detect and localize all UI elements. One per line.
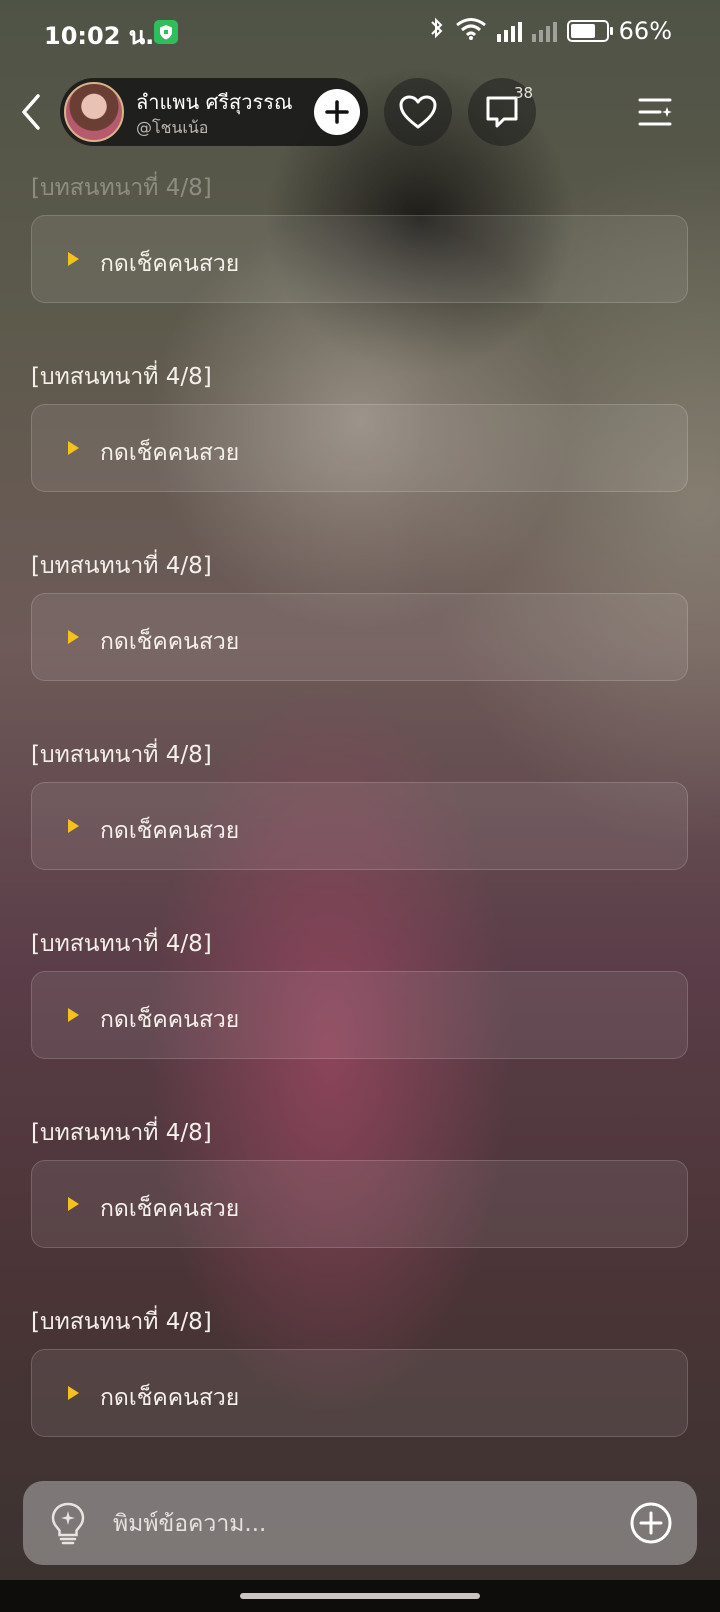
dialogue-label: [บทสนทนาที่ 4/8]: [31, 364, 212, 390]
signal-sim2-icon: [531, 20, 557, 42]
chat-header: ลำแพน ศรีสุวรรณ @โชนเน้อ 38: [0, 76, 720, 146]
action-text: กดเช็คคนสวย: [100, 251, 240, 277]
action-text: กดเช็คคนสวย: [100, 1007, 240, 1033]
message-input[interactable]: [111, 1501, 595, 1547]
chevron-left-icon: [22, 94, 40, 130]
message-composer: [23, 1481, 697, 1565]
status-icons: 66%: [429, 16, 672, 46]
follow-button[interactable]: [314, 89, 360, 135]
action-card[interactable]: กดเช็คคนสวย: [31, 404, 688, 492]
dialogue-label: [บทสนทนาที่ 4/8]: [31, 931, 212, 957]
play-icon: [68, 630, 79, 644]
dialogue-label: [บทสนทนาที่ 4/8]: [31, 175, 212, 201]
action-text: กดเช็คคนสวย: [100, 629, 240, 655]
avatar[interactable]: [64, 82, 124, 142]
play-icon: [68, 1008, 79, 1022]
action-text: กดเช็คคนสวย: [100, 818, 240, 844]
play-icon: [68, 1386, 79, 1400]
action-card[interactable]: กดเช็คคนสวย: [31, 971, 688, 1059]
play-icon: [68, 819, 79, 833]
plus-icon: [325, 100, 349, 124]
status-bar: 10:02 น. 66%: [0, 0, 720, 66]
action-card[interactable]: กดเช็คคนสวย: [31, 1160, 688, 1248]
plus-circle-icon: [630, 1502, 672, 1544]
comment-count: 38: [514, 84, 534, 102]
dialogue-label: [บทสนทนาที่ 4/8]: [31, 1120, 212, 1146]
action-card[interactable]: กดเช็คคนสวย: [31, 1349, 688, 1437]
add-attachment-button[interactable]: [629, 1501, 673, 1545]
home-indicator[interactable]: [240, 1593, 480, 1599]
status-time: 10:02 น.: [44, 22, 155, 50]
play-icon: [68, 441, 79, 455]
shield-icon: [154, 20, 178, 44]
action-card[interactable]: กดเช็คคนสวย: [31, 782, 688, 870]
play-icon: [68, 252, 79, 266]
action-text: กดเช็คคนสวย: [100, 1385, 240, 1411]
like-button[interactable]: [384, 78, 452, 146]
action-card[interactable]: กดเช็คคนสวย: [31, 215, 688, 303]
dialogue-label: [บทสนทนาที่ 4/8]: [31, 553, 212, 579]
battery-percent: 66%: [618, 17, 672, 45]
system-navigation-area: [0, 1580, 720, 1612]
play-icon: [68, 1197, 79, 1211]
heart-icon: [399, 95, 437, 129]
bluetooth-icon: [429, 16, 445, 46]
battery-icon: [566, 20, 613, 42]
lightbulb-icon[interactable]: [49, 1501, 87, 1545]
dialogue-label: [บทสนทนาที่ 4/8]: [31, 742, 212, 768]
sparkle-menu-icon: [638, 98, 672, 126]
action-card[interactable]: กดเช็คคนสวย: [31, 593, 688, 681]
action-text: กดเช็คคนสวย: [100, 440, 240, 466]
signal-icon: [496, 20, 522, 42]
profile-handle: @โชนเน้อ: [136, 118, 209, 137]
profile-name: ลำแพน ศรีสุวรรณ: [136, 90, 293, 114]
dialogue-label: [บทสนทนาที่ 4/8]: [31, 1309, 212, 1335]
menu-button[interactable]: [636, 92, 676, 132]
profile-pill[interactable]: ลำแพน ศรีสุวรรณ @โชนเน้อ: [60, 78, 368, 146]
action-text: กดเช็คคนสวย: [100, 1196, 240, 1222]
back-button[interactable]: [18, 92, 46, 132]
wifi-icon: [455, 16, 487, 46]
chat-list[interactable]: [บทสนทนาที่ 4/8] กดเช็คคนสวย [บทสนทนาที่…: [0, 170, 720, 1480]
